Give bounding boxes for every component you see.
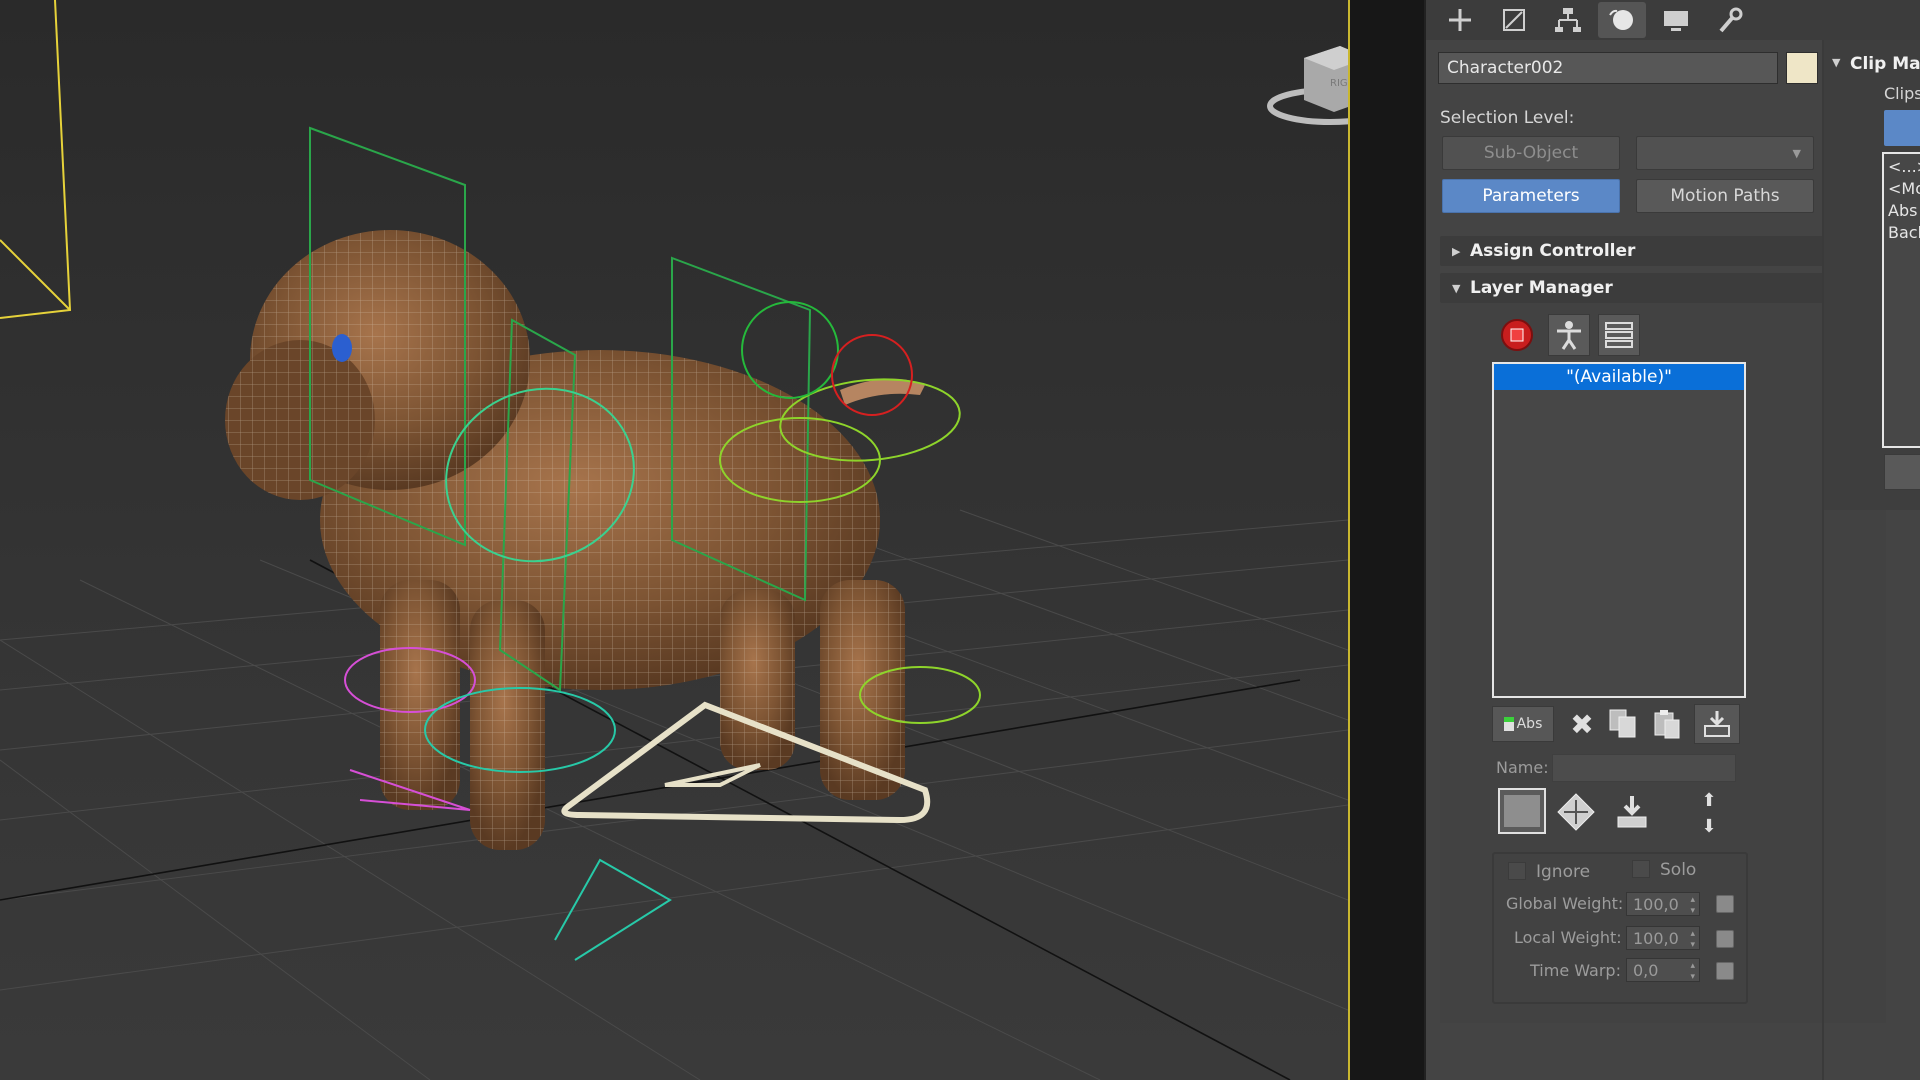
layer-color-button[interactable] — [1498, 788, 1546, 834]
modify-icon — [1503, 9, 1525, 31]
clip-list-item[interactable]: Back — [1888, 222, 1920, 244]
camera-object — [0, 0, 72, 319]
sub-object-dropdown[interactable]: ▼ — [1636, 136, 1814, 170]
delete-icon: ✖ — [1570, 707, 1594, 741]
animate-layer-button[interactable] — [1554, 790, 1598, 834]
move-layer-up-button[interactable]: ⬆ — [1692, 789, 1726, 811]
ignore-checkbox[interactable] — [1508, 862, 1526, 880]
collapse-arrow-icon: ▼ — [1832, 56, 1841, 69]
clip-list-item[interactable]: Abs — [1888, 200, 1920, 222]
local-weight-value: 100,0 — [1633, 928, 1679, 948]
layer-list-item[interactable]: "(Available)" — [1494, 364, 1744, 390]
layer-name-field[interactable] — [1552, 754, 1736, 782]
clips-label: Clips — [1884, 84, 1920, 103]
spinner-arrows-icon: ▴ ▾ — [1690, 929, 1695, 950]
motion-paths-button[interactable]: Motion Paths — [1636, 179, 1814, 213]
panel-gap — [1350, 0, 1424, 1080]
motion-icon — [1609, 9, 1633, 30]
scene-render: RIGHT — [0, 0, 1348, 1080]
collapse-arrow-icon: ▼ — [1452, 281, 1461, 295]
time-warp-spinner[interactable]: 0,0 ▴ ▾ — [1626, 958, 1700, 982]
create-icon — [1449, 9, 1471, 31]
global-weight-spinner[interactable]: 100,0 ▴ ▾ — [1626, 892, 1700, 916]
copy-icon — [1609, 709, 1636, 738]
ignore-label: Ignore — [1536, 862, 1591, 882]
clip-manager-title: Clip Ma — [1850, 54, 1920, 74]
copy-layer-button[interactable] — [1604, 706, 1642, 742]
assign-controller-rollout[interactable]: ▶ Assign Controller ⠿ — [1440, 236, 1886, 266]
record-button[interactable] — [1498, 316, 1536, 354]
key-diamond-icon — [1557, 793, 1595, 831]
viewcube-label: RIGHT — [1330, 78, 1348, 89]
clip-list[interactable]: <...> <Mo Abs Back — [1882, 152, 1920, 448]
layer-manager-title: Layer Manager — [1470, 278, 1613, 298]
paste-layer-button[interactable] — [1648, 706, 1686, 742]
global-weight-key-button[interactable] — [1716, 895, 1734, 913]
save-layer-icon — [1617, 796, 1647, 828]
utilities-icon — [1719, 7, 1743, 33]
dog-mesh — [225, 230, 925, 850]
clip-list-item[interactable]: <Mo — [1888, 178, 1920, 200]
time-warp-label: Time Warp: — [1530, 961, 1621, 980]
command-panel-tabs — [1426, 0, 1920, 40]
local-weight-label: Local Weight: — [1514, 928, 1622, 947]
command-panel: Character002 Selection Level: Sub-Object… — [1424, 0, 1920, 1080]
time-warp-value: 0,0 — [1633, 960, 1659, 980]
clip-action-button[interactable] — [1884, 454, 1920, 490]
clip-list-item[interactable]: <...> — [1888, 156, 1920, 178]
global-weight-label: Global Weight: — [1506, 894, 1624, 913]
global-weight-value: 100,0 — [1633, 894, 1679, 914]
expand-arrow-icon: ▶ — [1452, 244, 1461, 258]
abs-label: Abs — [1516, 716, 1543, 732]
selection-level-label: Selection Level: — [1440, 108, 1575, 128]
layer-list[interactable]: "(Available)" — [1492, 362, 1746, 698]
name-label: Name: — [1496, 758, 1549, 777]
layer-color-swatch — [1504, 795, 1540, 827]
tab-modify[interactable] — [1490, 2, 1538, 38]
spinner-arrows-icon: ▴ ▾ — [1690, 961, 1695, 982]
display-icon — [1664, 11, 1688, 31]
delete-layer-button[interactable]: ✖ — [1564, 706, 1600, 742]
move-layer-down-button[interactable]: ⬇ — [1692, 815, 1726, 837]
collapse-layers-icon — [1704, 711, 1730, 737]
save-layer-button[interactable] — [1610, 790, 1654, 834]
character-pose-button[interactable] — [1548, 314, 1590, 356]
tab-create[interactable] — [1436, 2, 1484, 38]
assign-controller-title: Assign Controller — [1470, 241, 1636, 261]
spinner-arrows-icon: ▴ ▾ — [1690, 895, 1695, 916]
tab-hierarchy[interactable] — [1544, 2, 1592, 38]
absolute-layer-button[interactable]: Abs — [1492, 706, 1554, 742]
local-weight-key-button[interactable] — [1716, 930, 1734, 948]
layer-options-button[interactable] — [1598, 314, 1640, 356]
object-color-swatch[interactable] — [1786, 52, 1818, 84]
solo-label: Solo — [1660, 860, 1697, 880]
paste-icon — [1654, 710, 1680, 739]
viewcube-gizmo[interactable]: RIGHT — [1267, 46, 1348, 125]
chevron-down-icon: ▼ — [1792, 146, 1801, 160]
arrow-down-icon: ⬇ — [1701, 815, 1717, 837]
object-name-field[interactable]: Character002 — [1438, 52, 1778, 84]
local-weight-spinner[interactable]: 100,0 ▴ ▾ — [1626, 926, 1700, 950]
tab-motion[interactable] — [1598, 2, 1646, 38]
layer-options-icon — [1605, 322, 1633, 348]
layer-add-icon — [1503, 717, 1514, 731]
collapse-layer-button[interactable] — [1694, 704, 1740, 744]
tab-display[interactable] — [1652, 2, 1700, 38]
record-icon — [1501, 319, 1533, 351]
tab-utilities[interactable] — [1706, 2, 1754, 38]
clip-manager-panel: ▼ Clip Ma Clips <...> <Mo Abs Back — [1824, 40, 1920, 510]
clip-blue-button[interactable] — [1884, 110, 1920, 146]
sub-object-button[interactable]: Sub-Object — [1442, 136, 1620, 170]
solo-checkbox[interactable] — [1632, 860, 1650, 878]
perspective-viewport[interactable]: RIGHT — [0, 0, 1348, 1080]
time-warp-key-button[interactable] — [1716, 962, 1734, 980]
layer-manager-rollout[interactable]: ▼ Layer Manager ⠿ — [1440, 273, 1886, 303]
hierarchy-icon — [1555, 8, 1581, 32]
character-figure-icon — [1557, 321, 1581, 350]
arrow-up-icon: ⬆ — [1701, 789, 1717, 811]
parameters-button[interactable]: Parameters — [1442, 179, 1620, 213]
